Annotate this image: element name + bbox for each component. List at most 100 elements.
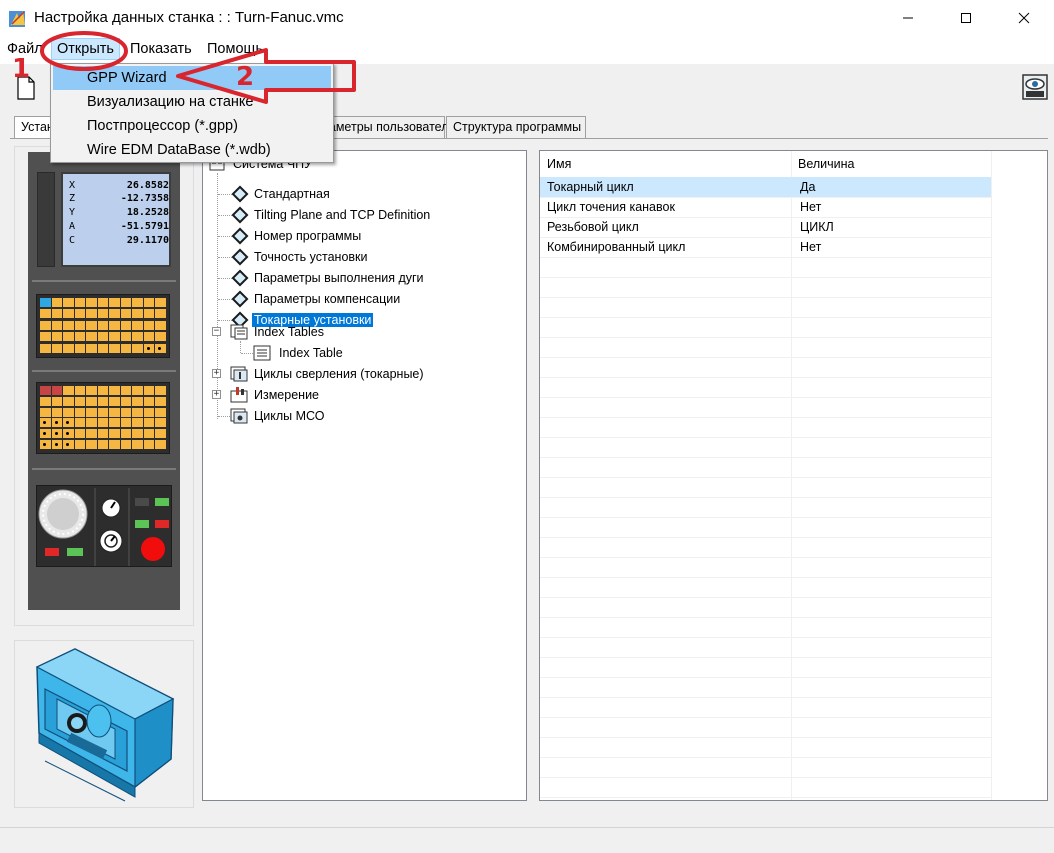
cnc-key xyxy=(97,429,109,439)
tree-item-mco-cycles[interactable]: Циклы МСО xyxy=(230,407,326,425)
tree-item[interactable]: Номер программы xyxy=(231,227,363,245)
cnc-key xyxy=(51,309,63,319)
table-row[interactable]: Комбинированный цикл Нет xyxy=(540,237,991,257)
grid-row-divider xyxy=(540,317,991,318)
expand-toggle[interactable]: + xyxy=(212,369,221,378)
properties-grid[interactable]: Имя Величина Токарный цикл Да Цикл точения… xyxy=(539,150,1048,801)
diamond-icon xyxy=(231,185,249,203)
maximize-button[interactable] xyxy=(943,0,989,36)
cnc-key xyxy=(120,298,132,307)
grid-row-divider xyxy=(540,377,991,378)
grid-row-divider xyxy=(540,737,991,738)
cnc-key xyxy=(132,396,143,406)
cnc-key xyxy=(109,309,120,319)
cnc-separator xyxy=(32,370,176,372)
grid-row-divider xyxy=(540,437,991,438)
cnc-key xyxy=(51,386,63,395)
cnc-key xyxy=(40,309,51,319)
cell-name: Резьбовой цикл xyxy=(547,220,639,234)
cnc-key xyxy=(109,320,120,330)
cnc-key xyxy=(40,440,51,450)
index-tables-icon xyxy=(230,324,248,340)
tree-item[interactable]: Параметры выполнения дуги xyxy=(231,269,426,287)
menu-show[interactable]: Показать xyxy=(130,41,192,57)
menu-help[interactable]: Помощь xyxy=(207,41,263,57)
cnc-key xyxy=(97,407,109,417)
tree-item-measurement[interactable]: Измерение xyxy=(230,386,321,404)
table-row[interactable]: Цикл точения канавок Нет xyxy=(540,197,991,217)
minimize-button[interactable] xyxy=(885,0,931,36)
tree-item[interactable]: Точность установки xyxy=(231,248,370,266)
cnc-key xyxy=(74,332,86,342)
tree-item[interactable]: Tilting Plane and TCP Definition xyxy=(231,206,432,224)
grid-column-divider xyxy=(991,151,992,800)
grid-row-divider xyxy=(540,457,991,458)
grid-row-divider xyxy=(540,397,991,398)
diamond-icon xyxy=(231,269,249,287)
tree-guide-line xyxy=(217,173,218,419)
close-icon xyxy=(1018,12,1030,24)
table-row[interactable]: Резьбовой цикл ЦИКЛ xyxy=(540,217,991,237)
tab-program-structure[interactable]: Структура программы xyxy=(446,116,586,138)
menu-item-gpp-wizard[interactable]: GPP Wizard xyxy=(53,66,331,90)
cnc-key xyxy=(155,386,166,395)
cnc-key xyxy=(97,332,109,342)
menu-open[interactable]: Открыть xyxy=(51,38,120,60)
cnc-key xyxy=(120,343,132,353)
cnc-key xyxy=(155,429,166,439)
index-table-icon xyxy=(253,345,271,361)
menu-item-wire-edm-database[interactable]: Wire EDM DataBase (*.wdb) xyxy=(53,138,331,162)
cnc-key xyxy=(40,396,51,406)
window-title: Настройка данных станка : : Turn-Fanuc.v… xyxy=(34,9,344,26)
tree-item-drilling-cycles[interactable]: Циклы сверления (токарные) xyxy=(230,365,426,383)
cell-value[interactable]: ЦИКЛ xyxy=(793,217,991,237)
menu-item-postprocessor[interactable]: Постпроцессор (*.gpp) xyxy=(53,114,331,138)
cnc-key xyxy=(40,429,51,439)
grid-row-divider xyxy=(540,537,991,538)
close-button[interactable] xyxy=(1001,0,1047,36)
cell-name: Токарный цикл xyxy=(547,180,634,194)
cnc-key xyxy=(109,440,120,450)
cnc-key xyxy=(51,396,63,406)
cnc-key xyxy=(97,440,109,450)
cnc-key xyxy=(63,386,74,395)
menu-item-machine-visualization[interactable]: Визуализацию на станке xyxy=(53,90,331,114)
cell-value[interactable]: Да xyxy=(793,177,991,197)
grid-row-divider xyxy=(540,297,991,298)
cnc-key xyxy=(132,418,143,428)
column-header-name[interactable]: Имя xyxy=(540,151,791,177)
expand-toggle[interactable]: + xyxy=(212,390,221,399)
cnc-key xyxy=(97,418,109,428)
column-header-value[interactable]: Величина xyxy=(791,151,991,177)
cnc-key xyxy=(74,309,86,319)
cnc-key xyxy=(132,343,143,353)
cnc-key xyxy=(120,386,132,395)
table-row[interactable]: Токарный цикл Да xyxy=(540,177,991,197)
cnc-key xyxy=(51,332,63,342)
tree-connector xyxy=(218,257,232,258)
grid-row-divider xyxy=(540,797,991,798)
cnc-key xyxy=(143,396,155,406)
tree-connector xyxy=(218,278,232,279)
cnc-key xyxy=(120,418,132,428)
cell-value[interactable]: Нет xyxy=(793,237,991,257)
collapse-toggle[interactable]: − xyxy=(212,327,221,336)
tree-item[interactable]: Параметры компенсации xyxy=(231,290,402,308)
grid-row-divider xyxy=(540,357,991,358)
tree-item-index-table[interactable]: Index Table xyxy=(253,344,345,362)
cnc-key xyxy=(120,440,132,450)
cell-name: Комбинированный цикл xyxy=(547,240,686,254)
mco-cycle-icon xyxy=(230,408,248,424)
settings-tree[interactable]: Система ЧПУ Стандартная Tilting Plane and … xyxy=(202,150,527,801)
cnc-key xyxy=(86,429,97,439)
cnc-controller-image: X 26.8582 Z -12.7358 Y 18.2528 A -51.5791 C2… xyxy=(28,152,180,610)
grid-row-divider xyxy=(540,717,991,718)
cnc-key xyxy=(120,429,132,439)
app-icon xyxy=(9,11,25,27)
cell-value[interactable]: Нет xyxy=(793,197,991,217)
cnc-key xyxy=(97,386,109,395)
tree-item[interactable]: Стандартная xyxy=(231,185,332,203)
cnc-key xyxy=(132,386,143,395)
view-machine-icon[interactable] xyxy=(1022,74,1048,100)
tree-item-index-tables[interactable]: Index Tables xyxy=(230,323,326,341)
